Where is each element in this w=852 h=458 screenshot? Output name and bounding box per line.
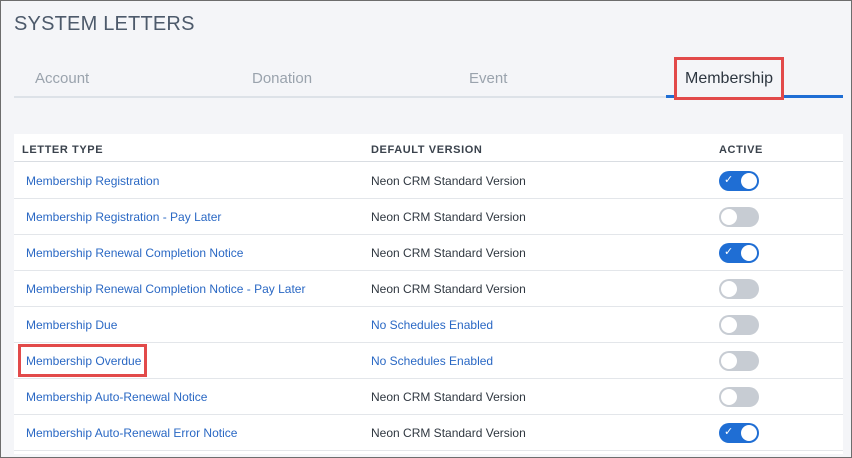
active-toggle[interactable] bbox=[719, 279, 759, 299]
toggle-knob bbox=[741, 425, 757, 441]
table-row: Membership Renewal Completion Notice - P… bbox=[14, 271, 843, 307]
active-toggle[interactable] bbox=[719, 351, 759, 371]
letter-type-link[interactable]: Membership Auto-Renewal Notice bbox=[26, 390, 207, 404]
toggle-knob bbox=[721, 317, 737, 333]
toggle-knob bbox=[721, 209, 737, 225]
letter-type-link[interactable]: Membership Auto-Renewal Error Notice bbox=[26, 426, 237, 440]
default-version-text: Neon CRM Standard Version bbox=[371, 246, 526, 260]
default-version-text: Neon CRM Standard Version bbox=[371, 174, 526, 188]
toggle-knob bbox=[741, 245, 757, 261]
table-row: Membership Auto-Renewal Error Notice Neon… bbox=[14, 415, 843, 451]
table-row: Membership Registration - Pay Later Neon … bbox=[14, 199, 843, 235]
letters-table: LETTER TYPE DEFAULT VERSION ACTIVE Membe… bbox=[14, 134, 843, 454]
letter-type-link[interactable]: Membership Registration - Pay Later bbox=[26, 210, 221, 224]
column-header-active: ACTIVE bbox=[719, 144, 763, 156]
table-row: Membership Auto-Renewal Notice Neon CRM S… bbox=[14, 379, 843, 415]
table-row: Membership Overdue No Schedules Enabled bbox=[14, 343, 843, 379]
default-version-text: Neon CRM Standard Version bbox=[371, 426, 526, 440]
letter-type-link[interactable]: Membership Renewal Completion Notice - P… bbox=[26, 282, 305, 296]
letter-type-link[interactable]: Membership Registration bbox=[26, 174, 159, 188]
active-toggle[interactable] bbox=[719, 207, 759, 227]
column-header-letter-type: LETTER TYPE bbox=[22, 144, 104, 156]
letter-type-link[interactable]: Membership Overdue bbox=[26, 354, 141, 368]
tab-event[interactable]: Event bbox=[469, 70, 507, 87]
toggle-knob bbox=[721, 389, 737, 405]
letter-type-link[interactable]: Membership Renewal Completion Notice bbox=[26, 246, 243, 260]
active-toggle[interactable]: ✓ bbox=[719, 243, 759, 263]
table-row: Membership Renewal Completion Notice Neon… bbox=[14, 235, 843, 271]
active-toggle[interactable]: ✓ bbox=[719, 171, 759, 191]
column-header-default-version: DEFAULT VERSION bbox=[371, 144, 483, 156]
active-toggle[interactable] bbox=[719, 387, 759, 407]
tab-donation[interactable]: Donation bbox=[252, 70, 312, 87]
toggle-knob bbox=[741, 173, 757, 189]
check-icon: ✓ bbox=[724, 425, 734, 438]
default-version-text: Neon CRM Standard Version bbox=[371, 210, 526, 224]
check-icon: ✓ bbox=[724, 173, 734, 186]
active-toggle[interactable]: ✓ bbox=[719, 423, 759, 443]
default-version-text: Neon CRM Standard Version bbox=[371, 282, 526, 296]
table-row: Membership Registration Neon CRM Standard… bbox=[14, 163, 843, 199]
table-header: LETTER TYPE DEFAULT VERSION ACTIVE bbox=[14, 134, 843, 162]
letter-type-link[interactable]: Membership Due bbox=[26, 318, 117, 332]
system-letters-panel: SYSTEM LETTERS Account Donation Event Me… bbox=[0, 0, 852, 458]
table-row: Membership Due No Schedules Enabled bbox=[14, 307, 843, 343]
check-icon: ✓ bbox=[724, 245, 734, 258]
tab-account[interactable]: Account bbox=[35, 70, 89, 87]
toggle-knob bbox=[721, 353, 737, 369]
tab-membership[interactable]: Membership bbox=[674, 57, 784, 100]
page-title: SYSTEM LETTERS bbox=[14, 13, 195, 35]
active-toggle[interactable] bbox=[719, 315, 759, 335]
default-version-link[interactable]: No Schedules Enabled bbox=[371, 318, 493, 332]
toggle-knob bbox=[721, 281, 737, 297]
default-version-text: Neon CRM Standard Version bbox=[371, 390, 526, 404]
default-version-link[interactable]: No Schedules Enabled bbox=[371, 354, 493, 368]
